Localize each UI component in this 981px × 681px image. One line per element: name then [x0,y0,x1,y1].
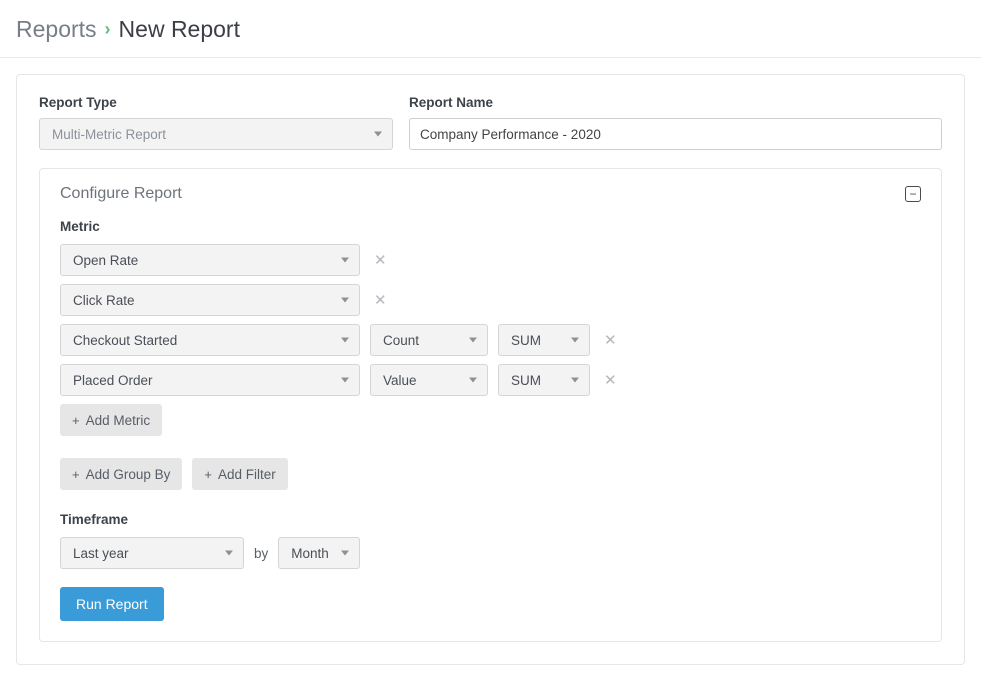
metric-select[interactable]: Open Rate [60,244,360,276]
metric-select[interactable]: Click Rate [60,284,360,316]
remove-metric-button[interactable]: ✕ [600,331,621,349]
report-type-value: Multi-Metric Report [52,127,166,142]
report-panel: Report Type Multi-Metric Report Report N… [16,74,965,665]
remove-metric-button[interactable]: ✕ [600,371,621,389]
plus-icon: + [72,413,80,428]
collapse-button[interactable]: − [905,186,921,202]
aggregation-value: SUM [511,373,541,388]
remove-metric-button[interactable]: ✕ [370,291,391,309]
granularity-select[interactable]: Month [278,537,360,569]
chevron-down-icon [341,378,349,383]
plus-icon: + [72,467,80,482]
run-report-button[interactable]: Run Report [60,587,164,621]
measure-value: Value [383,373,417,388]
chevron-down-icon [469,378,477,383]
metric-row: Placed Order Value SUM ✕ [60,364,921,396]
add-metric-label: Add Metric [86,413,151,428]
by-label: by [254,546,268,561]
aggregation-select[interactable]: SUM [498,364,590,396]
metric-row: Click Rate ✕ [60,284,921,316]
metric-value: Checkout Started [73,333,177,348]
breadcrumb-current: New Report [119,16,240,43]
timeframe-section-label: Timeframe [60,512,921,527]
chevron-down-icon [571,378,579,383]
add-metric-button[interactable]: + Add Metric [60,404,162,436]
timeframe-row: Last year by Month [60,537,921,569]
metric-value: Placed Order [73,373,153,388]
top-form-row: Report Type Multi-Metric Report Report N… [39,95,942,150]
report-name-input[interactable] [409,118,942,150]
aggregation-select[interactable]: SUM [498,324,590,356]
chevron-down-icon [341,258,349,263]
metric-row: Checkout Started Count SUM ✕ [60,324,921,356]
chevron-down-icon [225,551,233,556]
measure-value: Count [383,333,419,348]
configure-report-card: Configure Report − Metric Open Rate ✕ Cl… [39,168,942,642]
configure-report-header: Configure Report − [60,185,921,203]
measure-select[interactable]: Value [370,364,488,396]
timeframe-select[interactable]: Last year [60,537,244,569]
report-name-label: Report Name [409,95,942,110]
breadcrumb: Reports › New Report [0,0,981,57]
header-divider [0,57,981,58]
add-group-by-button[interactable]: + Add Group By [60,458,182,490]
group-filter-row: + Add Group By + Add Filter [60,458,921,490]
plus-icon: + [204,467,212,482]
chevron-right-icon: › [105,19,111,40]
aggregation-value: SUM [511,333,541,348]
add-filter-button[interactable]: + Add Filter [192,458,287,490]
minus-icon: − [909,188,916,200]
report-type-select[interactable]: Multi-Metric Report [39,118,393,150]
granularity-value: Month [291,546,329,561]
metric-select[interactable]: Checkout Started [60,324,360,356]
chevron-down-icon [374,132,382,137]
metric-value: Open Rate [73,253,138,268]
chevron-down-icon [341,551,349,556]
breadcrumb-parent-link[interactable]: Reports [16,16,97,43]
metric-section-label: Metric [60,219,921,234]
metric-row: Open Rate ✕ [60,244,921,276]
report-name-field: Report Name [409,95,942,150]
configure-report-title: Configure Report [60,185,182,203]
metric-select[interactable]: Placed Order [60,364,360,396]
report-type-label: Report Type [39,95,393,110]
add-group-by-label: Add Group By [86,467,171,482]
metric-value: Click Rate [73,293,135,308]
remove-metric-button[interactable]: ✕ [370,251,391,269]
measure-select[interactable]: Count [370,324,488,356]
chevron-down-icon [571,338,579,343]
chevron-down-icon [341,338,349,343]
timeframe-value: Last year [73,546,129,561]
report-type-field: Report Type Multi-Metric Report [39,95,393,150]
chevron-down-icon [469,338,477,343]
chevron-down-icon [341,298,349,303]
add-filter-label: Add Filter [218,467,276,482]
